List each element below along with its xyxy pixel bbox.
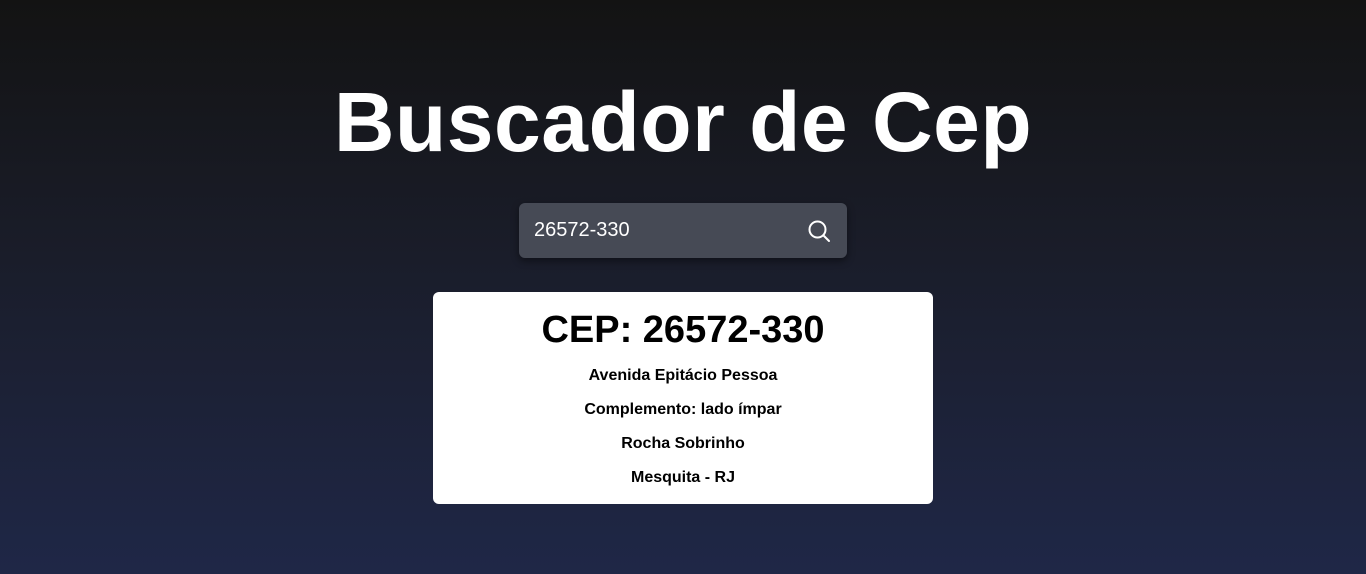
cep-heading: CEP: 26572-330 xyxy=(541,309,825,351)
search-icon xyxy=(808,220,830,242)
page-title: Buscador de Cep xyxy=(333,75,1033,169)
cep-result-card: CEP: 26572-330 Avenida Epitácio Pessoa C… xyxy=(433,292,933,504)
search-button[interactable] xyxy=(791,203,847,258)
city-state-text: Mesquita - RJ xyxy=(630,469,735,486)
search-box xyxy=(519,203,847,258)
neighborhood-text: Rocha Sobrinho xyxy=(621,435,745,452)
complement-text: Complemento: lado ímpar xyxy=(584,401,782,418)
cep-search-input[interactable] xyxy=(519,203,791,258)
street-text: Avenida Epitácio Pessoa xyxy=(588,367,778,384)
